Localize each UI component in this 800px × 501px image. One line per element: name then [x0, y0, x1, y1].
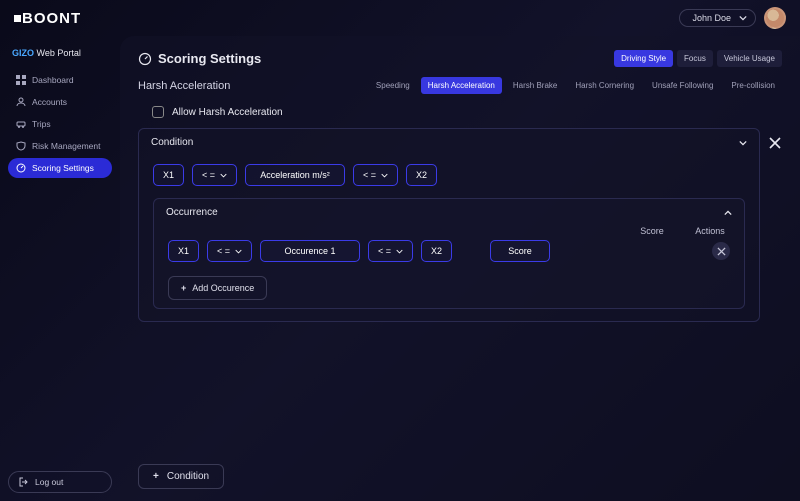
tab-driving-style[interactable]: Driving Style [614, 50, 673, 67]
portal-label: GIZO Web Portal [12, 48, 108, 58]
chevron-down-icon [235, 248, 242, 255]
column-actions: Actions [690, 226, 730, 236]
condition-op1-select[interactable]: < = [192, 164, 237, 186]
chevron-down-icon [220, 172, 227, 179]
plus-icon: + [181, 283, 186, 293]
logout-button[interactable]: Log out [8, 471, 112, 493]
subtab-harsh-brake[interactable]: Harsh Brake [506, 77, 564, 94]
sidebar-item-label: Trips [32, 119, 51, 129]
subtab-harsh-cornering[interactable]: Harsh Cornering [568, 77, 641, 94]
occurrence-field[interactable]: Occurence 1 [260, 240, 360, 262]
sidebar-item-scoring[interactable]: Scoring Settings [8, 158, 112, 178]
allow-checkbox[interactable] [152, 106, 164, 118]
subtab-speeding[interactable]: Speeding [369, 77, 417, 94]
delete-occurrence-button[interactable] [712, 242, 730, 260]
subtab-harsh-acceleration[interactable]: Harsh Acceleration [421, 77, 502, 94]
section-title: Harsh Acceleration [138, 80, 230, 92]
page-title: Scoring Settings [138, 51, 261, 66]
condition-x2-input[interactable]: X2 [406, 164, 437, 186]
occurrence-op1-select[interactable]: < = [207, 240, 252, 262]
add-condition-button[interactable]: + Condition [138, 464, 224, 489]
column-score: Score [622, 226, 682, 236]
logout-icon [19, 477, 29, 487]
chevron-down-icon[interactable] [739, 139, 747, 147]
user-icon [16, 97, 26, 107]
shield-icon [16, 141, 26, 151]
remove-condition-button[interactable] [768, 136, 782, 150]
chevron-down-icon [739, 14, 747, 22]
chevron-down-icon [396, 248, 403, 255]
car-icon [16, 119, 26, 129]
condition-x1-input[interactable]: X1 [153, 164, 184, 186]
plus-icon: + [153, 471, 159, 482]
subtab-precollision[interactable]: Pre-collision [724, 77, 782, 94]
user-menu[interactable]: John Doe [679, 9, 756, 27]
sidebar-item-dashboard[interactable]: Dashboard [8, 70, 112, 90]
occurrence-score-input[interactable]: Score [490, 240, 550, 262]
sidebar-item-label: Risk Management [32, 141, 101, 151]
sidebar-item-label: Scoring Settings [32, 163, 94, 173]
gauge-icon [138, 52, 152, 66]
sidebar-item-label: Accounts [32, 97, 67, 107]
condition-title: Condition [151, 137, 193, 148]
sidebar-item-risk[interactable]: Risk Management [8, 136, 112, 156]
occurrence-op2-select[interactable]: < = [368, 240, 413, 262]
sidebar-item-label: Dashboard [32, 75, 74, 85]
tab-focus[interactable]: Focus [677, 50, 713, 67]
subtab-unsafe-following[interactable]: Unsafe Following [645, 77, 720, 94]
condition-field[interactable]: Acceleration m/s² [245, 164, 345, 186]
user-name: John Doe [692, 13, 731, 23]
sidebar-item-trips[interactable]: Trips [8, 114, 112, 134]
occurrence-x2-input[interactable]: X2 [421, 240, 452, 262]
chevron-up-icon[interactable] [724, 209, 732, 217]
add-occurrence-button[interactable]: + Add Occurence [168, 276, 267, 300]
app-logo: BOONT [14, 10, 81, 27]
dashboard-icon [16, 75, 26, 85]
occurrence-title: Occurrence [166, 207, 218, 218]
allow-label: Allow Harsh Acceleration [172, 107, 283, 118]
sidebar-item-accounts[interactable]: Accounts [8, 92, 112, 112]
condition-op2-select[interactable]: < = [353, 164, 398, 186]
avatar[interactable] [764, 7, 786, 29]
occurrence-x1-input[interactable]: X1 [168, 240, 199, 262]
chevron-down-icon [381, 172, 388, 179]
gauge-icon [16, 163, 26, 173]
tab-vehicle-usage[interactable]: Vehicle Usage [717, 50, 782, 67]
